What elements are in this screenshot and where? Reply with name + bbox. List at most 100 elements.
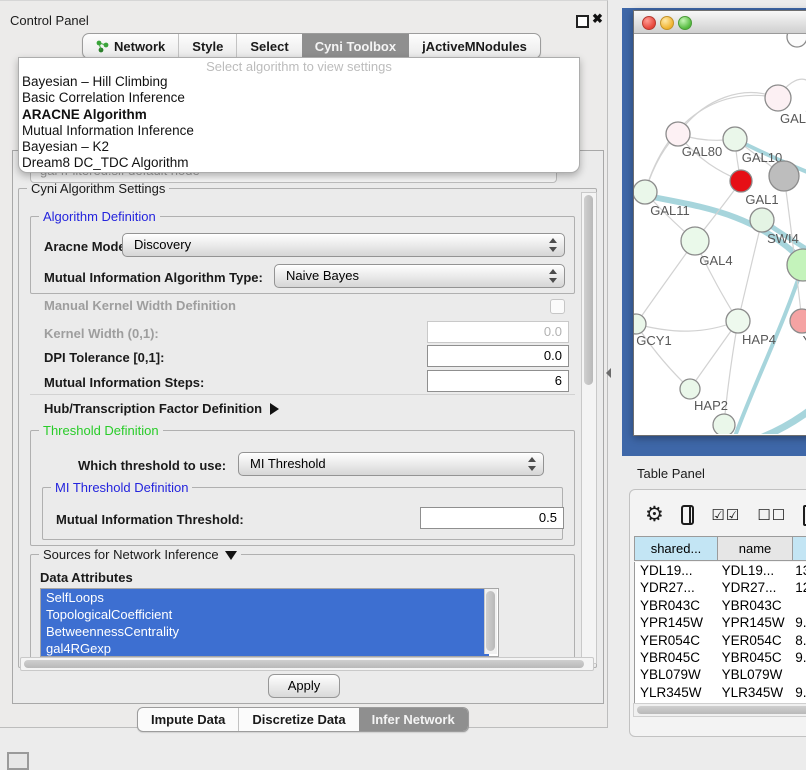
table-cell: YDR27... [635,579,717,596]
data-attributes-list[interactable]: SelfLoopsTopologicalCoefficientBetweenne… [40,588,499,657]
select-all-icon[interactable]: ☑☑ [711,506,740,524]
hub-definition-label: Hub/Transcription Factor Definition [44,401,262,416]
node-label: HAP4 [742,332,776,347]
network-node[interactable] [765,85,791,111]
apply-button[interactable]: Apply [268,674,340,698]
hub-definition-toggle[interactable]: Hub/Transcription Factor Definition [44,401,279,416]
sources-toggle[interactable]: Sources for Network Inference [39,547,241,562]
aracne-mode-combobox[interactable]: Discovery [122,233,565,257]
mi-threshold-field[interactable]: 0.5 [420,507,564,529]
algorithm-option[interactable]: Dream8 DC_TDC Algorithm [19,155,579,171]
minimized-panel-icon[interactable] [7,752,29,770]
tab-style[interactable]: Style [179,34,237,58]
minimize-window-icon[interactable] [660,16,674,30]
network-node[interactable] [790,309,806,333]
scrollbar-thumb[interactable] [637,706,806,714]
table-row[interactable]: YPR145WYPR145W9. [635,614,806,631]
zoom-window-icon[interactable] [678,16,692,30]
tab-network[interactable]: Network [83,34,179,58]
network-node[interactable] [713,414,735,434]
network-window[interactable]: GALGAL80GAL10GAL1GAL11SWI4GAL4GCY1HAP4YH… [633,10,806,436]
table-row[interactable]: YBL079WYBL079W [635,666,806,683]
network-node[interactable] [634,314,646,334]
dpi-tolerance-field[interactable]: 0.0 [427,345,569,367]
scrollbar-thumb[interactable] [584,195,593,385]
settings-vertical-scrollbar[interactable] [581,192,597,664]
mi-threshold-label: Mutual Information Threshold: [56,512,244,527]
attribute-list-item[interactable]: TopologicalCoefficient [41,606,489,623]
table-row[interactable]: YER054CYER054C8. [635,632,806,649]
group-title: Threshold Definition [39,423,163,438]
network-node[interactable] [787,249,806,281]
attribute-list-item[interactable]: SelfLoops [41,589,489,606]
column-header-shared-name[interactable]: shared... [634,536,718,561]
manual-kernel-checkbox[interactable] [550,299,565,314]
tab-cyni-toolbox[interactable]: Cyni Toolbox [302,34,409,58]
tab-select[interactable]: Select [237,34,301,58]
algorithm-placeholder: Select algorithm to view settings [19,58,579,74]
scrollbar-thumb[interactable] [486,591,495,651]
tab-infer-network[interactable]: Infer Network [359,708,468,731]
table-horizontal-scrollbar[interactable] [633,703,806,717]
gear-icon[interactable]: ⚙ [645,502,664,528]
attribute-list-item[interactable]: gal4RGexp [41,640,489,657]
algorithm-option[interactable]: ARACNE Algorithm [19,107,579,123]
column-header-clipped[interactable] [793,536,806,561]
network-node[interactable] [730,170,752,192]
network-node[interactable] [634,180,657,204]
panel-splitter-handle[interactable] [606,368,611,378]
combobox-arrows-icon [549,238,557,252]
tab-discretize-data[interactable]: Discretize Data [239,708,358,731]
tab-jactivemnodules[interactable]: jActiveMNodules [409,34,540,58]
algorithm-option[interactable]: Basic Correlation Inference [19,90,579,106]
table-body[interactable]: YDL19...YDL19...13YDR27...YDR27...12YBR0… [634,562,806,703]
table-row[interactable]: YDL19...YDL19...13 [635,562,806,579]
table-row[interactable]: YLR345WYLR345W9. [635,684,806,701]
mi-steps-field[interactable]: 6 [427,370,569,392]
sources-title: Sources for Network Inference [43,547,219,562]
network-canvas[interactable]: GALGAL80GAL10GAL1GAL11SWI4GAL4GCY1HAP4YH… [634,34,806,434]
table-cell: YLR345W [635,684,717,701]
float-panel-icon[interactable] [576,15,589,28]
network-node[interactable] [680,379,700,399]
deselect-all-icon[interactable]: ☐☐ [757,506,786,524]
network-node[interactable] [769,161,799,191]
algorithm-dropdown-popup: Select algorithm to view settings Bayesi… [18,57,580,173]
algorithm-option[interactable]: Mutual Information Inference [19,123,579,139]
network-node[interactable] [723,127,747,151]
combobox-value: Naive Bayes [286,268,359,283]
group-title: MI Threshold Definition [51,480,192,495]
attributes-vertical-scrollbar[interactable] [484,589,497,654]
table-row[interactable]: YDR27...YDR27...12 [635,579,806,596]
mi-steps-label: Mutual Information Steps: [44,375,204,390]
network-node[interactable] [750,208,774,232]
network-node[interactable] [681,227,709,255]
settings-horizontal-scrollbar[interactable] [20,657,594,671]
table-cell [790,597,806,614]
mi-algorithm-type-combobox[interactable]: Naive Bayes [274,264,565,288]
close-panel-icon[interactable]: ✖ [592,11,603,27]
algorithm-option[interactable]: Bayesian – K2 [19,139,579,155]
group-title: Cyni Algorithm Settings [27,181,169,196]
algorithm-option[interactable]: Bayesian – Hill Climbing [19,74,579,90]
kernel-width-field[interactable]: 0.0 [427,321,569,343]
combobox-arrows-icon [528,457,536,471]
attribute-list-item[interactable]: BetweennessCentrality [41,623,489,640]
network-node[interactable] [666,122,690,146]
network-node[interactable] [726,309,750,333]
network-nodes[interactable]: GALGAL80GAL10GAL1GAL11SWI4GAL4GCY1HAP4YH… [634,34,806,434]
tab-impute-data[interactable]: Impute Data [138,708,239,731]
aracne-mode-label: Aracne Mode: [44,239,130,254]
column-header-name[interactable]: name [718,536,793,561]
close-window-icon[interactable] [642,16,656,30]
table-row[interactable]: YBR043CYBR043C [635,597,806,614]
tab-label: jActiveMNodules [422,39,527,54]
which-threshold-combobox[interactable]: MI Threshold [238,452,544,476]
kernel-width-label: Kernel Width (0,1): [44,326,159,341]
table-row[interactable]: YBR045CYBR045C9. [635,649,806,666]
column-layout-icon[interactable] [681,505,695,525]
network-window-titlebar[interactable] [634,11,806,34]
node-label: GCY1 [636,333,671,348]
scrollbar-thumb[interactable] [24,660,584,668]
network-node[interactable] [787,34,806,47]
